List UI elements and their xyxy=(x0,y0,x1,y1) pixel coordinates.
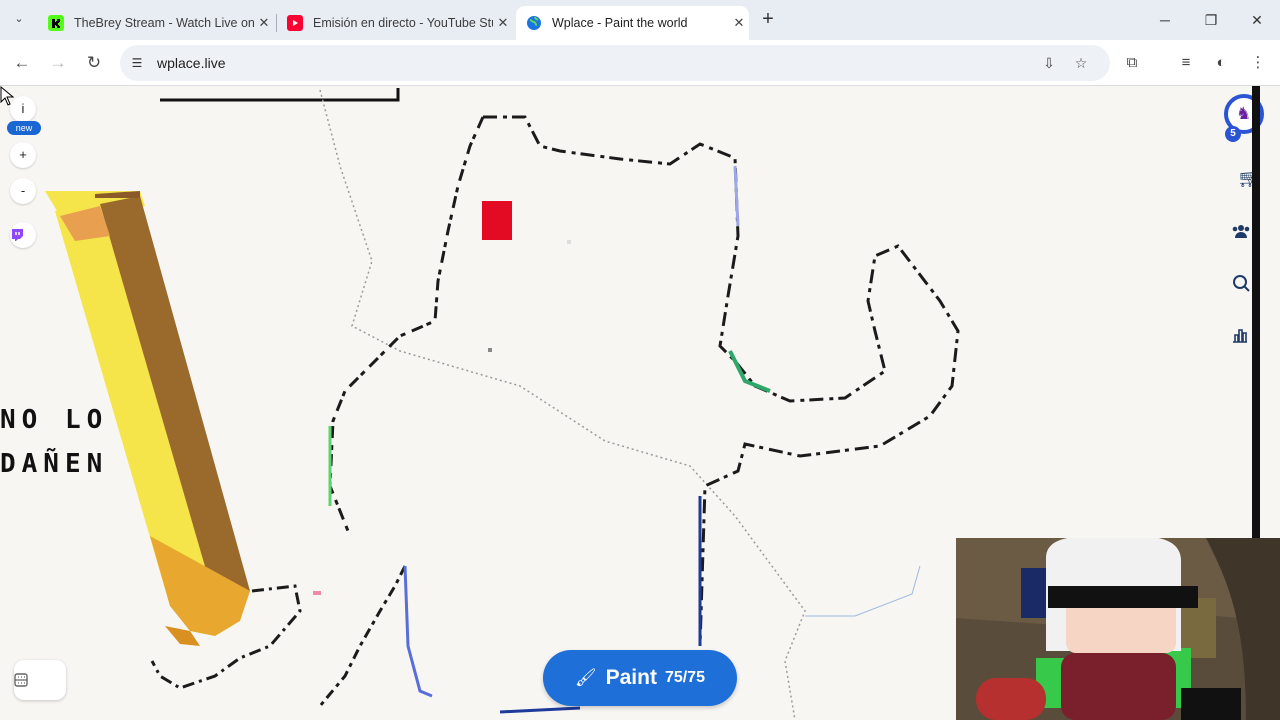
twitch-icon[interactable] xyxy=(10,222,36,248)
minimize-icon[interactable]: ─ xyxy=(1150,8,1180,32)
extensions-icon[interactable]: ⧉ xyxy=(1121,52,1143,74)
bookmark-star-icon[interactable]: ☆ xyxy=(1071,53,1091,73)
map-toggle-button[interactable] xyxy=(14,660,66,700)
user-avatar-icon: ♞ xyxy=(1236,104,1252,123)
grey-pixel xyxy=(488,348,492,352)
new-badge: new xyxy=(7,121,41,135)
webcam-overlay xyxy=(956,538,1280,720)
brush-icon: 🖌︎ xyxy=(575,668,597,687)
pixel-text: NO LO DAÑEN xyxy=(0,398,108,486)
user-level-badge: 5 xyxy=(1225,126,1241,142)
forward-icon[interactable]: → xyxy=(46,51,70,75)
browser-toolbar: ← → ↻ ☰ wplace.live ⇩ ☆ ⧉ ≡ ◐ ⋮ xyxy=(0,40,1280,86)
paint-charges: 75/75 xyxy=(664,669,705,686)
tab-title: Wplace - Paint the world xyxy=(552,16,688,30)
window-close-icon[interactable]: ✕ xyxy=(1242,8,1272,32)
youtube-icon xyxy=(287,15,303,31)
edge-pixel-strip xyxy=(1252,86,1260,538)
address-bar[interactable]: ☰ wplace.live ⇩ ☆ xyxy=(120,45,1110,81)
pixel-text-line-2: DAÑEN xyxy=(0,449,109,479)
map-canvas[interactable]: NO LO DAÑEN i new + - ♞ 5 🛒︎ 🖌︎ Paint 75… xyxy=(0,86,1280,720)
region-boundary xyxy=(319,89,806,720)
pixel-text-line-1: NO LO xyxy=(0,405,109,435)
reload-icon[interactable]: ↻ xyxy=(82,51,106,75)
mouse-cursor-icon xyxy=(0,86,14,106)
url-text[interactable]: wplace.live xyxy=(157,55,225,71)
zoom-out-button[interactable]: - xyxy=(10,178,36,204)
pixel-border-top xyxy=(160,88,400,102)
pixel-lavender-segment xyxy=(733,165,740,227)
close-tab-icon[interactable]: ✕ xyxy=(729,15,749,31)
pixel-outline-right xyxy=(483,115,960,647)
restore-icon[interactable]: ❐ xyxy=(1196,8,1226,32)
tab-youtube-studio[interactable]: Emisión en directo - YouTube Studio ✕ xyxy=(277,6,513,40)
install-app-icon[interactable]: ⇩ xyxy=(1039,53,1059,73)
pixel-outline-left xyxy=(328,116,485,532)
tab-title: TheBrey Stream - Watch Live on Kick xyxy=(74,16,254,30)
zoom-in-button[interactable]: + xyxy=(10,142,36,168)
tab-search-icon[interactable]: ⌄ xyxy=(10,12,28,30)
tab-title: Emisión en directo - YouTube Studio xyxy=(313,16,493,30)
more-menu-icon[interactable]: ⋮ xyxy=(1247,52,1269,74)
paint-button[interactable]: 🖌︎ Paint 75/75 xyxy=(543,650,737,706)
light-pixel xyxy=(567,240,571,244)
profile-avatar-icon[interactable]: ◐ xyxy=(1210,52,1232,74)
region-boundary-blue xyxy=(805,565,921,617)
site-info-icon[interactable]: ☰ xyxy=(128,54,146,72)
pixel-teal-segment xyxy=(728,350,771,393)
tab-strip: ⌄ TheBrey Stream - Watch Live on Kick ✕ … xyxy=(0,0,1280,40)
tab-wplace[interactable]: Wplace - Paint the world ✕ xyxy=(516,6,749,40)
new-tab-button[interactable]: + xyxy=(757,9,779,31)
paint-label: Paint xyxy=(605,666,657,689)
globe-icon xyxy=(526,15,542,31)
close-tab-icon[interactable]: ✕ xyxy=(254,15,274,31)
tab-kick[interactable]: TheBrey Stream - Watch Live on Kick ✕ xyxy=(38,6,274,40)
kick-icon xyxy=(48,15,64,31)
pixel-blue-bottom xyxy=(499,706,581,714)
pink-pixel xyxy=(313,591,321,595)
pixel-blue-lower xyxy=(403,565,433,698)
close-tab-icon[interactable]: ✕ xyxy=(493,15,513,31)
media-controls-icon[interactable]: ≡ xyxy=(1175,52,1197,74)
webcam-image xyxy=(956,538,1280,720)
back-icon[interactable]: ← xyxy=(10,51,34,75)
red-pixel-block xyxy=(482,201,512,240)
pixel-outline-bottom-left xyxy=(318,565,407,707)
